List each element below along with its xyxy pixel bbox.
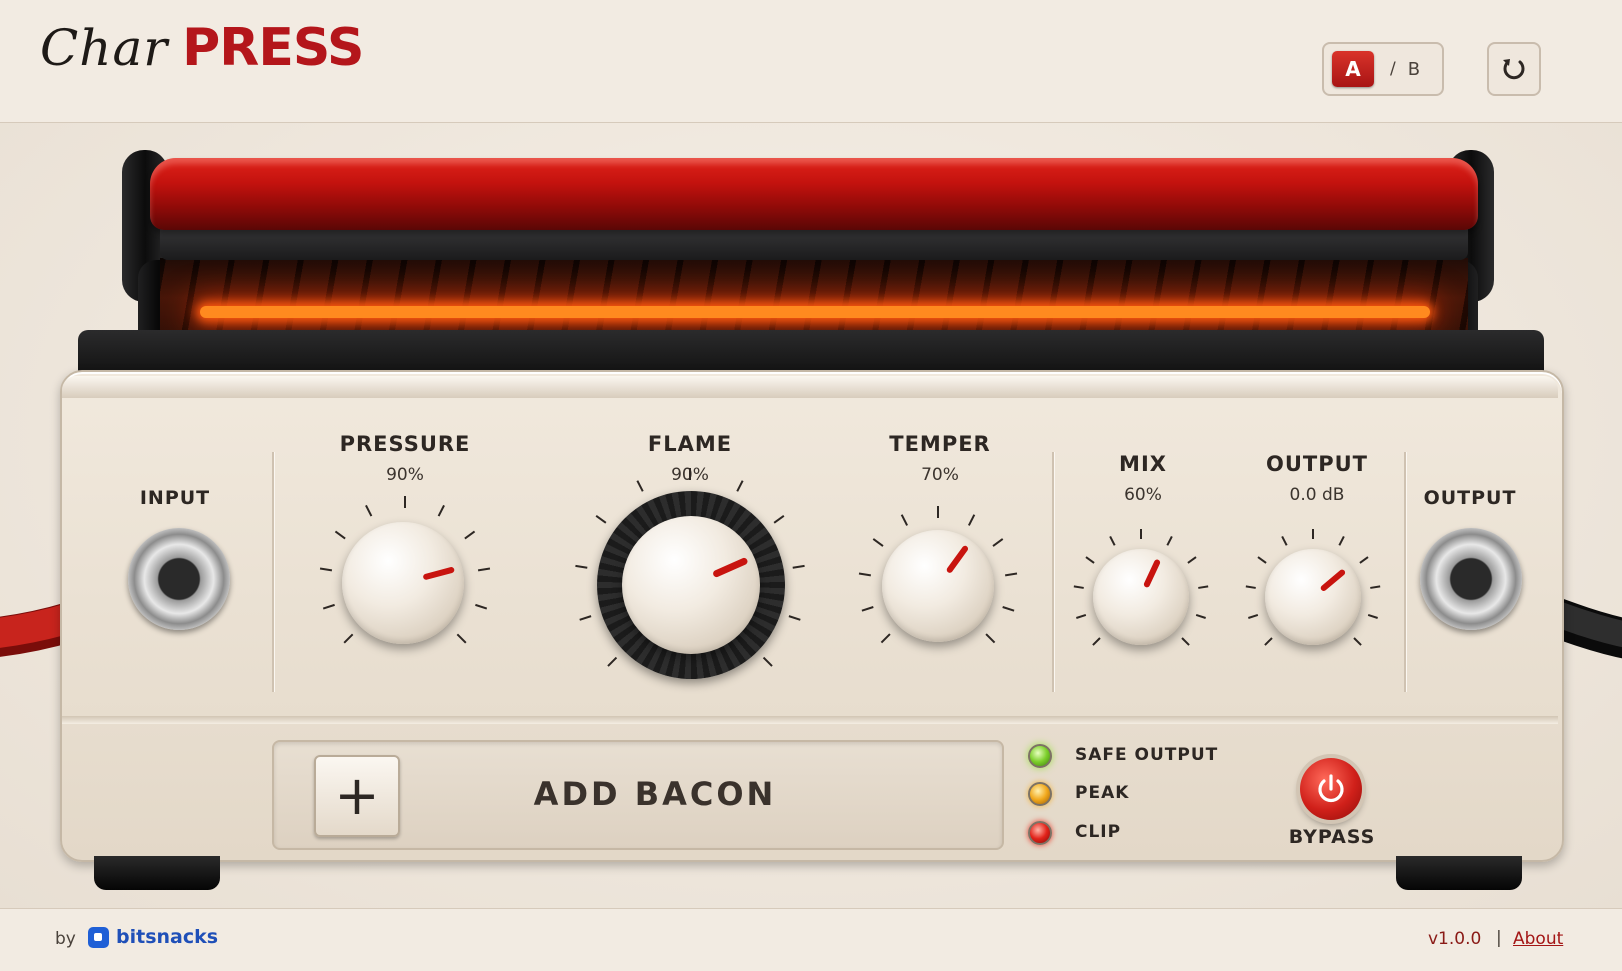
power-icon	[1318, 774, 1344, 803]
pressure-value: 90%	[386, 465, 424, 485]
mix-knob[interactable]	[1093, 549, 1189, 645]
output-gain-label: OUTPUT	[1266, 452, 1368, 476]
bypass-button[interactable]	[1300, 758, 1362, 820]
output-jack-label: OUTPUT	[1423, 487, 1517, 509]
footer-separator: |	[1496, 928, 1502, 948]
output-jack[interactable]	[1420, 528, 1522, 630]
pressure-knob[interactable]	[342, 522, 464, 644]
temper-pointer	[946, 545, 969, 573]
body-split-line	[62, 716, 1558, 724]
body-top-band	[62, 376, 1558, 398]
peak-led	[1028, 782, 1052, 806]
clip-label: CLIP	[1075, 822, 1122, 842]
plus-icon: +	[334, 764, 380, 827]
right-foot	[1396, 856, 1522, 890]
left-foot	[94, 856, 220, 890]
brand-name: bitsnacks	[116, 926, 219, 948]
version-text: v1.0.0	[1428, 929, 1482, 949]
pressure-label: PRESSURE	[339, 432, 471, 456]
mix-label: MIX	[1119, 452, 1167, 476]
mix-pointer	[1143, 559, 1161, 588]
input-jack[interactable]	[128, 528, 230, 630]
flame-knob[interactable]	[622, 516, 760, 654]
flame-pointer	[713, 557, 748, 578]
safe-output-led	[1028, 744, 1052, 768]
temper-label: TEMPER	[889, 432, 991, 456]
brand-link[interactable]: bitsnacks	[88, 926, 218, 948]
output-gain-value: 0.0 dB	[1289, 485, 1345, 505]
input-label: INPUT	[139, 487, 211, 509]
flame-label: FLAME	[647, 432, 733, 456]
about-link[interactable]: About	[1513, 929, 1563, 949]
temper-knob[interactable]	[882, 530, 994, 642]
add-bacon-label: ADD BACON	[533, 775, 777, 813]
footer: by bitsnacks v1.0.0 | About	[0, 908, 1622, 971]
divider-left	[272, 452, 274, 692]
clip-led	[1028, 821, 1052, 845]
bitsnacks-logo-icon	[88, 926, 109, 948]
output-gain-pointer	[1320, 569, 1346, 592]
pressure-pointer	[423, 567, 455, 580]
temper-value: 70%	[921, 465, 959, 485]
add-bacon-button[interactable]: +	[314, 755, 400, 837]
output-gain-knob[interactable]	[1265, 549, 1361, 645]
safe-output-label: SAFE OUTPUT	[1075, 745, 1219, 765]
divider-right	[1404, 452, 1406, 692]
bypass-label: BYPASS	[1288, 826, 1376, 848]
peak-label: PEAK	[1075, 783, 1130, 803]
divider-middle	[1052, 452, 1054, 692]
mix-value: 60%	[1124, 485, 1162, 505]
footer-by: by	[55, 929, 76, 949]
